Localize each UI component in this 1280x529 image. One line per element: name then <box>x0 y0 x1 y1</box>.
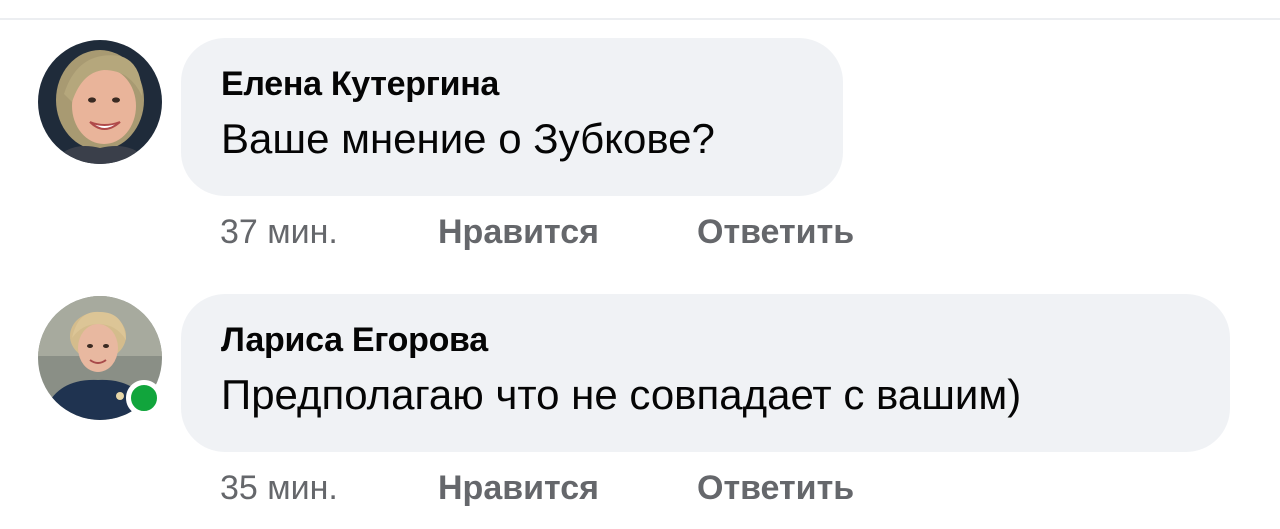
comment-timestamp[interactable]: 35 мин. <box>220 469 438 508</box>
like-button[interactable]: Нравится <box>438 213 697 252</box>
comment-author[interactable]: Лариса Егорова <box>221 320 1190 360</box>
comment-timestamp[interactable]: 37 мин. <box>220 213 438 252</box>
reply-button[interactable]: Ответить <box>697 213 854 252</box>
like-button[interactable]: Нравится <box>438 469 697 508</box>
avatar[interactable] <box>38 40 162 164</box>
comment-text: Ваше мнение о Зубкове? <box>221 115 715 162</box>
comment-bubble: Елена Кутергина Ваше мнение о Зубкове? <box>181 38 843 196</box>
comment-author[interactable]: Елена Кутергина <box>221 64 803 104</box>
reply-button[interactable]: Ответить <box>697 469 854 508</box>
comment-actions: 35 мин. Нравится Ответить <box>220 468 854 508</box>
avatar-photo <box>38 40 162 164</box>
top-divider <box>0 18 1280 20</box>
comment-bubble: Лариса Егорова Предполагаю что не совпад… <box>181 294 1230 452</box>
comment-actions: 37 мин. Нравится Ответить <box>220 212 854 252</box>
online-status-indicator <box>126 380 162 416</box>
comment-text: Предполагаю что не совпадает с вашим) <box>221 371 1022 418</box>
